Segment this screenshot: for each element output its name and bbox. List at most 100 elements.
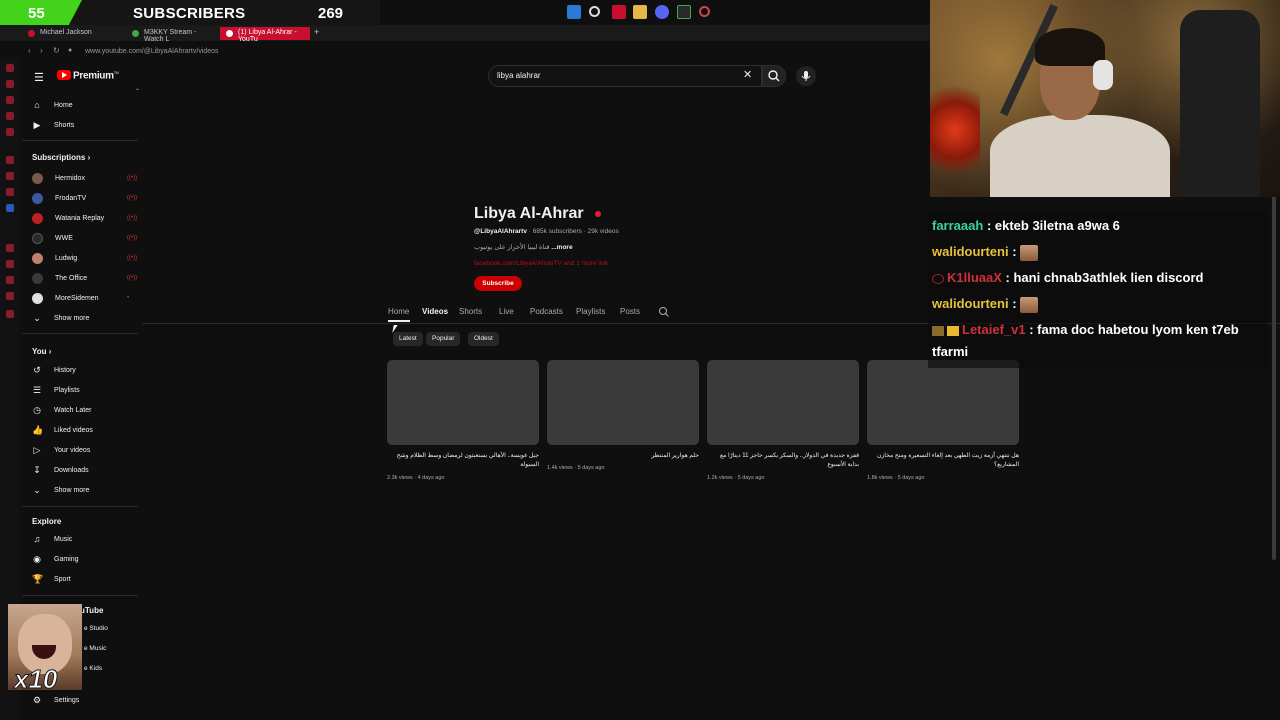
sidebar-item-subscription[interactable]: Hermidox ((•))	[32, 170, 137, 186]
sidebar-item-downloads[interactable]: ↧ Downloads	[32, 462, 88, 478]
watch-later-icon: ◷	[33, 405, 41, 415]
active-tab-indicator	[388, 320, 410, 322]
sidebar-item-history[interactable]: ↺ History	[32, 362, 76, 378]
video-title[interactable]: هل تنتهي أزمة زيت الطهي بعد إلغاء التسعي…	[867, 452, 1019, 470]
sidebar-item-sport[interactable]: 🏆 Sport	[32, 571, 71, 587]
browser-tab-active[interactable]: (1) Libya Al-Ahrar - YouTu	[220, 27, 310, 43]
shorts-icon: ▶	[33, 120, 41, 130]
new-tab-button[interactable]: +	[314, 27, 319, 37]
webcam-red-light	[930, 80, 980, 180]
sidebar-item-studio[interactable]: e Studio	[84, 620, 108, 636]
show-more-you[interactable]: ⌄ Show more	[32, 482, 89, 498]
video-thumbnail[interactable]	[707, 360, 859, 445]
chevron-right-icon: ›	[48, 347, 52, 356]
sidebar-item-playlists[interactable]: ☰ Playlists	[32, 382, 80, 398]
sidebar-item-subscription[interactable]: Ludwig ((•))	[32, 250, 137, 266]
browser-tab[interactable]: M3KKY Stream - Watch L	[126, 27, 220, 43]
sidebar-item-gaming[interactable]: ◉ Gaming	[32, 551, 78, 567]
address-bar[interactable]: www.youtube.com/@LibyaAlAhrartv/videos	[85, 48, 219, 55]
channel-search-button[interactable]	[658, 305, 670, 323]
avatar	[32, 272, 43, 284]
tab-shorts[interactable]: Shorts	[459, 307, 482, 316]
clear-search-icon[interactable]: ✕	[743, 68, 752, 81]
back-icon[interactable]: ‹	[28, 46, 31, 55]
taskbar-search-icon[interactable]	[589, 6, 600, 17]
obs-taskbar-icon[interactable]	[699, 6, 710, 17]
video-title[interactable]: جيل غويسة.. الأهالي يستغيثون لرمضان وسط …	[387, 452, 539, 470]
sidebar-item-subscription[interactable]: Watania Replay ((•))	[32, 210, 137, 226]
rail-app-icon[interactable]	[6, 112, 14, 120]
tab-playlists[interactable]: Playlists	[576, 307, 605, 316]
chip-popular[interactable]: Popular	[426, 332, 461, 346]
video-thumbnail[interactable]	[547, 360, 699, 445]
chevron-down-icon: ⌄	[33, 485, 41, 495]
video-thumbnail[interactable]	[387, 360, 539, 445]
rail-app-icon[interactable]	[6, 204, 14, 212]
chevron-right-icon: ›	[87, 153, 91, 162]
chat-message: walidourteni :	[932, 241, 1039, 263]
rail-app-icon[interactable]	[6, 292, 14, 300]
sidebar-item-subscription[interactable]: FrodanTV ((•))	[32, 190, 137, 206]
avatar	[32, 232, 43, 244]
browser-taskbar-icon[interactable]	[612, 5, 626, 19]
rail-app-icon[interactable]	[6, 260, 14, 268]
avatar	[32, 172, 43, 184]
video-title[interactable]: حلم هوارير المنتظر	[547, 452, 699, 461]
sidebar-item-your-videos[interactable]: ▷ Your videos	[32, 442, 91, 458]
chip-oldest[interactable]: Oldest	[468, 332, 499, 346]
channel-stats: · 685k subscribers · 29k videos	[528, 228, 619, 235]
subscribe-button[interactable]: Subscribe	[474, 276, 522, 291]
tab-home[interactable]: Home	[388, 307, 409, 316]
folder-taskbar-icon[interactable]	[633, 5, 647, 19]
chip-latest[interactable]: Latest	[393, 332, 423, 346]
rail-app-icon[interactable]	[6, 172, 14, 180]
webcam-gaming-chair	[1180, 10, 1260, 197]
sidebar-item-subscription[interactable]: The Office ((•))	[32, 270, 137, 286]
sidebar-item-liked-videos[interactable]: 👍 Liked videos	[32, 422, 93, 438]
forward-icon[interactable]: ›	[40, 46, 43, 55]
sidebar-item-yt-music[interactable]: e Music	[84, 640, 106, 656]
channel-link[interactable]: facebook.com/LibyaAlAhrarTV and 1 more l…	[474, 260, 608, 267]
sidebar-item-yt-kids[interactable]: e Kids	[84, 660, 102, 676]
sidebar-item-subscription[interactable]: MoreSidemen •	[32, 290, 129, 306]
rail-app-icon[interactable]	[6, 80, 14, 88]
sidebar-item-watch-later[interactable]: ◷ Watch Later	[32, 402, 91, 418]
windows-start-icon[interactable]	[567, 5, 581, 19]
avatar	[32, 292, 43, 304]
app-taskbar-icon[interactable]	[677, 5, 691, 19]
channel-handle: @LibyaAlAhrartv	[474, 228, 527, 235]
rail-app-icon[interactable]	[6, 310, 14, 318]
rail-app-icon[interactable]	[6, 276, 14, 284]
search-button[interactable]	[762, 65, 786, 87]
sidebar-item-home[interactable]: ⌂ Home	[32, 97, 72, 113]
rail-app-icon[interactable]	[6, 188, 14, 196]
show-more-subscriptions[interactable]: ⌄ Show more	[32, 310, 89, 326]
tab-posts[interactable]: Posts	[620, 307, 640, 316]
reload-icon[interactable]: ↻	[53, 46, 60, 55]
rail-app-icon[interactable]	[6, 128, 14, 136]
rail-app-icon[interactable]	[6, 64, 14, 72]
description-more[interactable]: ...more	[551, 244, 572, 251]
you-heading[interactable]: You ›	[32, 347, 51, 356]
tab-videos[interactable]: Videos	[422, 307, 448, 316]
sidebar-item-shorts[interactable]: ▶ Shorts	[32, 117, 75, 133]
sidebar-item-subscription[interactable]: WWE ((•))	[32, 230, 137, 246]
discord-taskbar-icon[interactable]	[655, 5, 669, 19]
tab-podcasts[interactable]: Podcasts	[530, 307, 563, 316]
playlists-icon: ☰	[32, 385, 42, 395]
voice-search-button[interactable]	[796, 66, 816, 86]
tab-live[interactable]: Live	[499, 307, 514, 316]
webcam-headphone	[1093, 60, 1113, 90]
subscriptions-heading[interactable]: Subscriptions ›	[32, 153, 90, 162]
video-title[interactable]: قفزة جديدة في الدولار.. والسكر يكسر حاجز…	[707, 452, 859, 470]
video-thumbnail[interactable]	[867, 360, 1019, 445]
rail-app-icon[interactable]	[6, 156, 14, 164]
sidebar-item-music[interactable]: ♫ Music	[32, 531, 73, 547]
browser-tab[interactable]: Michael Jackson	[22, 27, 124, 40]
rail-app-icon[interactable]	[6, 244, 14, 252]
chevron-down-icon: ⌄	[33, 313, 41, 323]
rail-app-icon[interactable]	[6, 96, 14, 104]
channel-description[interactable]: قناة ليبيا الأحرار على يوتيوب ...more	[474, 243, 573, 251]
like-icon: 👍	[32, 425, 44, 435]
search-query: libya alahrar	[497, 71, 541, 80]
